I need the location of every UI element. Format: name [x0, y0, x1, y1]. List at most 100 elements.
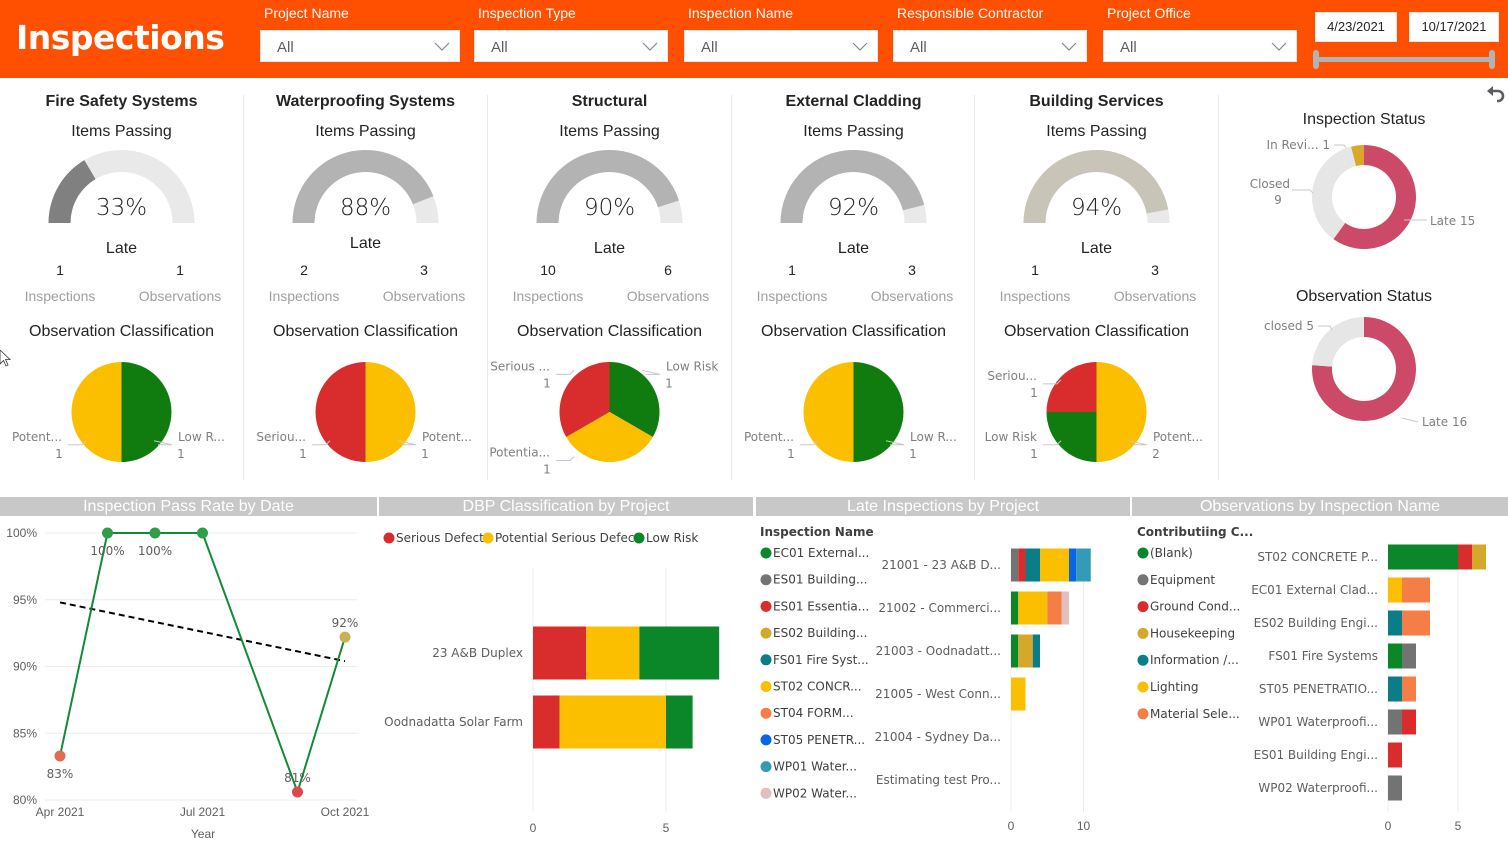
bar-segment[interactable]: [1076, 548, 1091, 582]
legend-label[interactable]: Ground Cond...: [1150, 600, 1240, 614]
legend-label[interactable]: ES01 Building...: [773, 573, 867, 587]
project-office-dropdown[interactable]: All: [1103, 30, 1297, 62]
inspection-status-donut[interactable]: Late 15 Closed 9 In Revi... 1: [1220, 130, 1508, 280]
x-tick-label: 0: [1008, 819, 1015, 833]
pie-slice[interactable]: [315, 362, 366, 462]
legend-label[interactable]: WP02 Water...: [773, 786, 857, 800]
bar-segment[interactable]: [1402, 709, 1416, 735]
inspection-type-dropdown[interactable]: All: [474, 30, 668, 62]
pie-slice-label: Low Risk: [666, 359, 718, 373]
legend-label[interactable]: FS01 Fire Syst...: [773, 653, 869, 667]
undo-arrow-icon[interactable]: [1486, 86, 1506, 106]
bar-segment[interactable]: [533, 626, 587, 680]
date-range-end-handle[interactable]: [1489, 50, 1495, 69]
bar-segment[interactable]: [1061, 591, 1069, 625]
bar-segment[interactable]: [1018, 634, 1033, 668]
bar-segment[interactable]: [666, 695, 693, 749]
bar-segment[interactable]: [1402, 643, 1416, 669]
legend-label[interactable]: ST02 CONCR...: [773, 680, 862, 694]
x-tick-label: 0: [1385, 819, 1392, 833]
bar-segment[interactable]: [586, 626, 640, 680]
pie-slice[interactable]: [365, 362, 416, 462]
observation-classification-pie[interactable]: Low R... 1 Potent... 1: [0, 347, 243, 487]
observation-classification-pie[interactable]: Potent... 1 Seriou... 1: [244, 347, 487, 487]
late-inspections-bar-chart[interactable]: Inspection Name EC01 External... ES01 Buil…: [755, 516, 1131, 847]
legend-label[interactable]: WP01 Water...: [773, 760, 857, 774]
legend-label[interactable]: Information /...: [1150, 653, 1239, 667]
legend-label[interactable]: Equipment: [1150, 573, 1215, 587]
bar-segment[interactable]: [1018, 591, 1048, 625]
bar-segment[interactable]: [1040, 548, 1069, 582]
bar-segment[interactable]: [1047, 591, 1062, 625]
date-range-start-handle[interactable]: [1313, 50, 1319, 69]
project-name-dropdown[interactable]: All: [260, 30, 460, 62]
donut-slice[interactable]: [1312, 146, 1357, 240]
bar-segment[interactable]: [1402, 610, 1430, 636]
bar-segment[interactable]: [1388, 775, 1402, 801]
bar-segment[interactable]: [1402, 577, 1430, 603]
legend-label[interactable]: ES01 Essentia...: [773, 599, 869, 613]
pie-slice[interactable]: [121, 362, 172, 462]
data-point[interactable]: [54, 750, 66, 762]
start-date-input[interactable]: 4/23/2021: [1315, 12, 1397, 42]
legend-label[interactable]: ES02 Building...: [773, 626, 867, 640]
bar-segment[interactable]: [1388, 709, 1402, 735]
bar-segment[interactable]: [639, 626, 720, 680]
bar-segment[interactable]: [1011, 634, 1019, 668]
legend-label[interactable]: Housekeeping: [1150, 626, 1235, 640]
data-point[interactable]: [149, 527, 161, 539]
data-point[interactable]: [292, 786, 303, 798]
pie-slice[interactable]: [1096, 362, 1147, 462]
bar-segment[interactable]: [1069, 548, 1077, 582]
pie-slice[interactable]: [71, 362, 122, 462]
bar-segment[interactable]: [1388, 676, 1402, 702]
legend-label[interactable]: EC01 External...: [773, 546, 869, 560]
bar-segment[interactable]: [1388, 610, 1402, 636]
pass-percentage: 94%: [1070, 195, 1123, 221]
bar-segment[interactable]: [559, 695, 666, 749]
bar-segment[interactable]: [1011, 591, 1019, 625]
inspection-name-dropdown[interactable]: All: [684, 30, 878, 62]
bar-segment[interactable]: [533, 695, 560, 749]
bar-segment[interactable]: [1388, 577, 1402, 603]
bar-segment[interactable]: [1458, 544, 1472, 570]
observation-classification-pie[interactable]: Potent... 2 Low Risk 1 Seriou... 1: [975, 347, 1218, 487]
legend-marker: [760, 681, 772, 692]
legend-label[interactable]: Low Risk: [646, 531, 698, 545]
pie-slice[interactable]: [1046, 412, 1097, 462]
observation-status-donut[interactable]: Late 16 closed 5: [1220, 306, 1508, 456]
legend-label[interactable]: ST05 PENETR...: [773, 733, 865, 747]
legend-label[interactable]: Lighting: [1150, 680, 1199, 694]
bar-segment[interactable]: [1011, 548, 1019, 582]
legend-label[interactable]: Material Sele...: [1150, 707, 1240, 721]
legend-label[interactable]: (Blank): [1150, 546, 1193, 560]
data-point[interactable]: [339, 631, 351, 643]
end-date-input[interactable]: 10/17/2021: [1409, 12, 1499, 42]
late-label: Late: [837, 240, 870, 257]
pie-slice[interactable]: [803, 362, 854, 462]
bar-segment[interactable]: [1011, 677, 1026, 711]
bar-segment[interactable]: [1388, 544, 1458, 570]
observation-classification-pie[interactable]: Low Risk 1 Potentia... 1 Serious ... 1: [488, 347, 731, 487]
bar-segment[interactable]: [1018, 548, 1026, 582]
donut-slice[interactable]: [1312, 317, 1364, 367]
data-point[interactable]: [102, 527, 113, 539]
pass-rate-line-chart[interactable]: 100% 95% 90% 85% 80%Apr 2021 Jul 2021 Oct 2021…: [0, 516, 378, 847]
bar-segment[interactable]: [1388, 742, 1402, 768]
bar-segment[interactable]: [1032, 634, 1040, 668]
legend-label[interactable]: Potential Serious Defect: [495, 531, 639, 545]
legend-label[interactable]: ST04 FORM...: [773, 706, 854, 720]
observations-bar-chart[interactable]: Contributiing C... (Blank) Equipment Ground…: [1131, 516, 1508, 847]
observation-classification-pie[interactable]: Low R... 1 Potent... 1: [732, 347, 975, 487]
bar-segment[interactable]: [1472, 544, 1486, 570]
bar-segment[interactable]: [1025, 548, 1041, 582]
dbp-classification-bar-chart[interactable]: Serious Defect Potential Serious Defect Lo…: [378, 516, 756, 847]
pie-slice[interactable]: [1046, 362, 1097, 412]
responsible-contractor-dropdown[interactable]: All: [893, 30, 1087, 62]
date-range-slider-track[interactable]: [1318, 57, 1492, 62]
pie-slice[interactable]: [853, 362, 904, 462]
bar-segment[interactable]: [1388, 643, 1402, 669]
data-point[interactable]: [197, 527, 208, 539]
bar-segment[interactable]: [1402, 676, 1416, 702]
legend-label[interactable]: Serious Defect: [396, 531, 484, 545]
